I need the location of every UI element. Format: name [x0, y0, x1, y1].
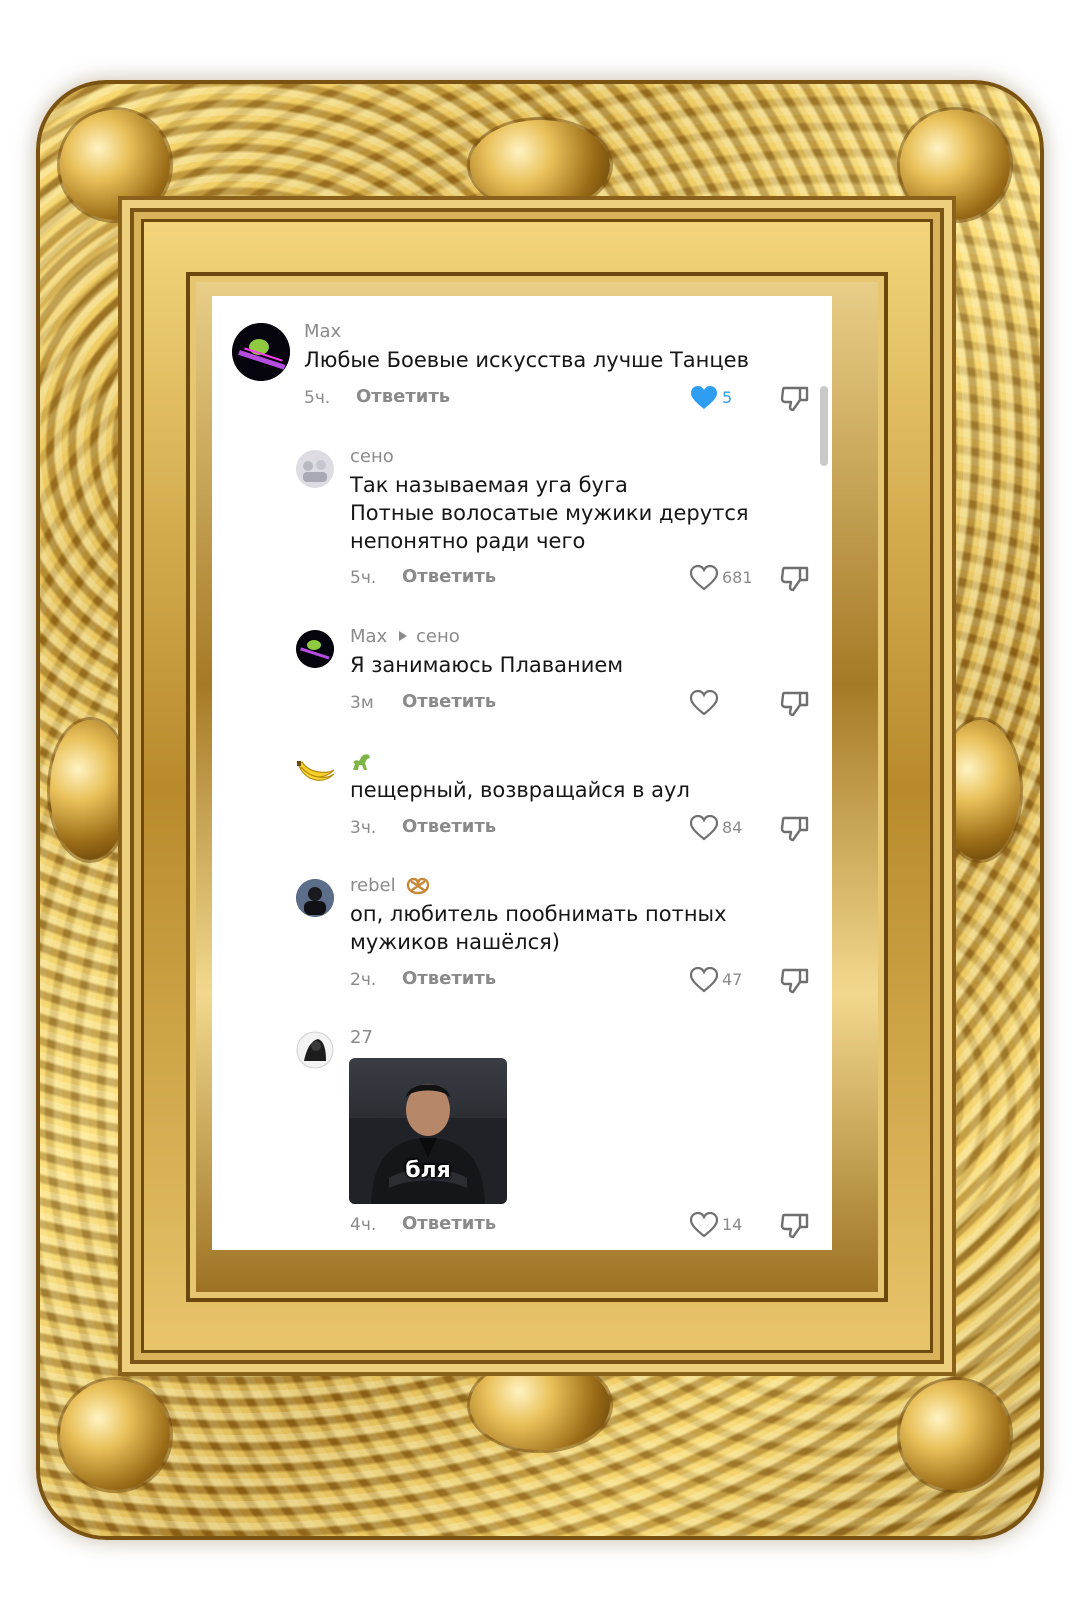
- reply-button[interactable]: Ответить: [356, 386, 450, 407]
- comment-time: 3м: [350, 693, 374, 713]
- reply-to-author[interactable]: сено: [416, 626, 460, 647]
- frame-ornament: [900, 1380, 1010, 1490]
- banana-icon[interactable]: [296, 756, 336, 786]
- like-count: 84: [722, 818, 743, 837]
- avatar-image: [232, 323, 290, 381]
- like-count: 5: [722, 388, 733, 407]
- like-count: 14: [722, 1215, 743, 1234]
- dislike-icon[interactable]: [780, 689, 810, 717]
- dislike-icon[interactable]: [780, 966, 810, 994]
- avatar-image: [296, 450, 334, 488]
- comment-text: Я занимаюсь Плаванием: [350, 653, 624, 677]
- comment-text: оп, любитель пообнимать потных мужиков н…: [350, 902, 727, 954]
- comment-author[interactable]: 27: [350, 1027, 373, 1048]
- reply-button[interactable]: Ответить: [402, 691, 496, 712]
- dinosaur-icon: [353, 754, 370, 770]
- dislike-icon[interactable]: [780, 814, 810, 842]
- avatar[interactable]: [232, 323, 290, 381]
- like-count: 47: [722, 970, 743, 989]
- heart-icon[interactable]: [690, 815, 718, 841]
- dislike-icon[interactable]: [780, 384, 810, 412]
- scrollbar[interactable]: [820, 386, 828, 466]
- dislike-icon[interactable]: [780, 564, 810, 592]
- comment-time: 5ч.: [304, 388, 331, 408]
- reply-button[interactable]: Ответить: [402, 566, 496, 587]
- frame-ornament: [940, 720, 1020, 860]
- avatar[interactable]: [296, 879, 334, 917]
- comment-author[interactable]: rebel: [350, 875, 396, 896]
- avatar[interactable]: [296, 630, 334, 668]
- comment-text: Так называемая уга буга Потные волосатые…: [350, 473, 749, 553]
- comment-time: 3ч.: [350, 818, 377, 838]
- heart-icon[interactable]: [690, 967, 718, 993]
- heart-icon[interactable]: [690, 565, 718, 591]
- frame-ornament: [50, 720, 130, 860]
- comment-time: 4ч.: [350, 1215, 377, 1235]
- comment-author[interactable]: Max: [304, 321, 341, 342]
- play-arrow-icon: [399, 631, 407, 641]
- frame-ornament: [60, 1380, 170, 1490]
- heart-icon[interactable]: [690, 1212, 718, 1238]
- avatar[interactable]: [296, 450, 334, 488]
- gif-sticker[interactable]: бля: [349, 1058, 507, 1204]
- frame-ornament: [470, 120, 610, 210]
- frame-ornament: [470, 1360, 610, 1450]
- heart-icon[interactable]: [690, 385, 718, 411]
- comment-time: 5ч.: [350, 568, 377, 588]
- sticker-caption: бля: [405, 1158, 451, 1183]
- avatar[interactable]: [296, 1031, 334, 1069]
- like-count: 681: [722, 568, 753, 587]
- pretzel-icon: [406, 877, 430, 895]
- comment-text: пещерный, возвращайся в аул: [350, 778, 690, 802]
- dislike-icon[interactable]: [780, 1211, 810, 1239]
- reply-button[interactable]: Ответить: [402, 1213, 496, 1234]
- avatar-image: [296, 630, 334, 668]
- comment-text: Любые Боевые искусства лучше Танцев: [304, 348, 749, 372]
- comment-time: 2ч.: [350, 970, 377, 990]
- avatar-image: [296, 1031, 334, 1069]
- heart-icon[interactable]: [690, 690, 718, 716]
- comment-author[interactable]: сено: [350, 446, 394, 467]
- reply-button[interactable]: Ответить: [402, 968, 496, 989]
- avatar-image: [296, 879, 334, 917]
- frame-ornament: [60, 110, 170, 220]
- frame-ornament: [900, 110, 1010, 220]
- comment-author[interactable]: Max: [350, 626, 387, 647]
- reply-button[interactable]: Ответить: [402, 816, 496, 837]
